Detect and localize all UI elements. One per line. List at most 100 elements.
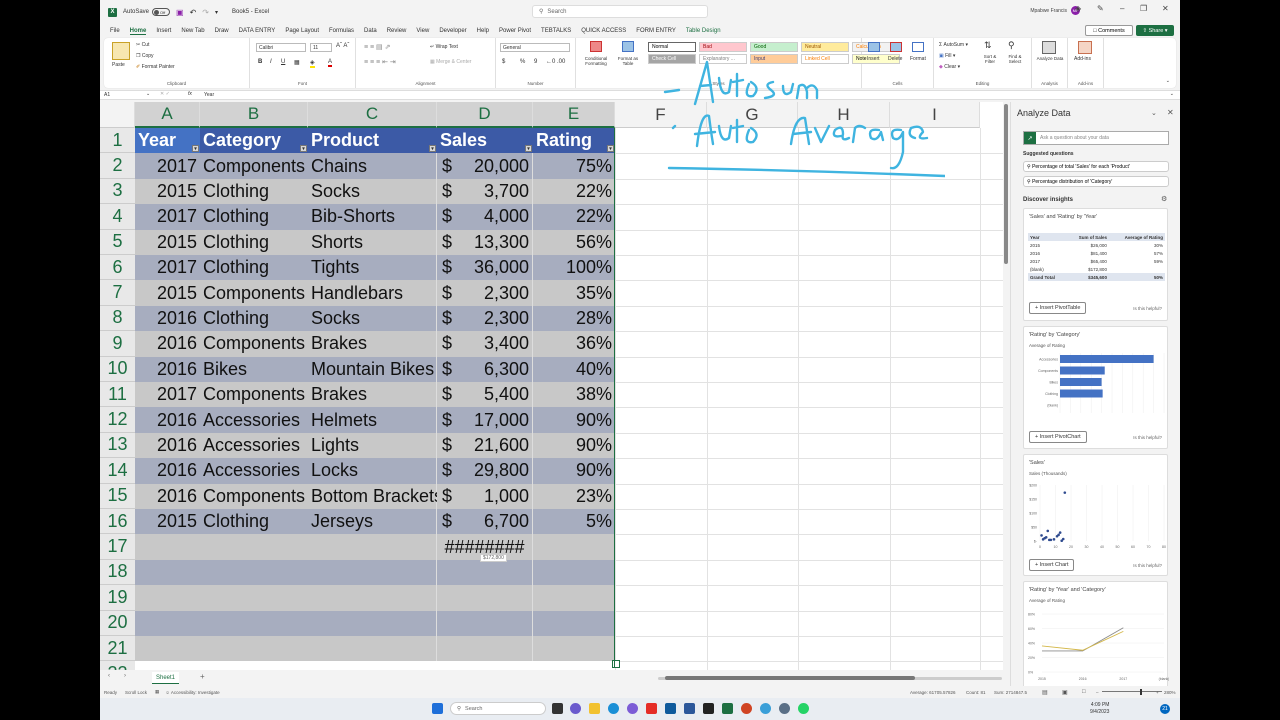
format-cells-icon[interactable] xyxy=(912,42,924,52)
bold-button[interactable]: B xyxy=(258,59,262,65)
empty-table-cell[interactable] xyxy=(437,636,533,662)
table-cell[interactable]: 2015 xyxy=(135,178,200,205)
horizontal-align-icons[interactable]: ≡ ≡ ≡ ⇤ ⇥ xyxy=(364,58,396,66)
cell-style-input[interactable]: Input xyxy=(750,54,798,64)
tab-draw[interactable]: Draw xyxy=(215,28,229,34)
app-icon[interactable] xyxy=(703,703,714,714)
table-cell[interactable]: Jerseys xyxy=(308,509,437,535)
table-cell[interactable]: 100% xyxy=(533,255,615,281)
table-cell[interactable]: Brakes xyxy=(308,382,437,408)
table-cell[interactable]: 2016 xyxy=(135,458,200,484)
user-account[interactable]: Mpabwe Francis MF xyxy=(1030,6,1080,15)
table-cell[interactable]: Tights xyxy=(308,255,437,281)
paste-icon[interactable] xyxy=(112,42,130,60)
column-header-e[interactable]: E xyxy=(533,102,615,128)
excel-taskbar-icon[interactable] xyxy=(722,703,733,714)
cell-style-neutral[interactable]: Neutral xyxy=(801,42,849,52)
table-cell[interactable]: $4,000 xyxy=(437,204,533,230)
filter-dropdown-icon[interactable]: ▾ xyxy=(525,145,532,153)
table-cell[interactable]: Clothing xyxy=(200,305,308,332)
select-all-corner[interactable] xyxy=(100,102,135,128)
table-cell[interactable]: $29,800 xyxy=(437,458,533,484)
table-cell[interactable]: Chains xyxy=(308,153,437,179)
table-cell[interactable]: $1,000 xyxy=(437,483,533,509)
font-name-select[interactable]: Calibri xyxy=(256,43,306,52)
table-cell[interactable]: 90% xyxy=(533,432,615,459)
table-cell[interactable]: 56% xyxy=(533,229,615,255)
table-cell[interactable]: 22% xyxy=(533,178,615,205)
insert-chart-button[interactable]: + Insert Chart xyxy=(1029,559,1075,571)
format-painter-button[interactable]: ✐ Format Painter xyxy=(136,64,175,70)
cell-style-good[interactable]: Good xyxy=(750,42,798,52)
page-layout-view-icon[interactable]: ▣ xyxy=(1062,689,1068,696)
conditional-formatting-icon[interactable] xyxy=(590,41,602,52)
row-header-7[interactable]: 7 xyxy=(100,280,135,306)
empty-table-cell[interactable] xyxy=(308,559,437,586)
empty-table-cell[interactable] xyxy=(533,610,615,636)
comments-button[interactable]: □ Comments xyxy=(1085,25,1133,36)
copilot-icon[interactable] xyxy=(627,703,638,714)
macro-record-icon[interactable]: ▦ xyxy=(155,689,159,695)
table-cell[interactable]: $20,000 xyxy=(437,153,533,179)
pane-options-icon[interactable]: ⌄ xyxy=(1151,109,1157,117)
table-cell[interactable]: 90% xyxy=(533,458,615,484)
filter-dropdown-icon[interactable]: ▾ xyxy=(192,145,199,153)
column-header-g[interactable]: G xyxy=(707,102,798,128)
table-cell[interactable]: 2017 xyxy=(135,255,200,281)
youtube-icon[interactable] xyxy=(646,703,657,714)
tab-form-entry[interactable]: FORM ENTRY xyxy=(636,28,676,34)
table-cell[interactable]: 2017 xyxy=(135,204,200,230)
tab-view[interactable]: View xyxy=(416,28,429,34)
row-header-17[interactable]: 17 xyxy=(100,534,135,560)
filter-dropdown-icon[interactable]: ▾ xyxy=(429,145,436,153)
page-break-view-icon[interactable]: □ xyxy=(1082,689,1086,695)
close-icon[interactable]: ✕ xyxy=(1162,4,1169,13)
empty-table-cell[interactable] xyxy=(533,636,615,662)
table-cell[interactable]: Accessories xyxy=(200,432,308,459)
table-cell[interactable]: Locks xyxy=(308,458,437,484)
row-header-1[interactable]: 1 xyxy=(100,128,135,154)
empty-table-cell[interactable] xyxy=(308,610,437,636)
table-cell[interactable]: 2015 xyxy=(135,280,200,306)
worksheet-grid[interactable]: A B C D E F G H I 1 2 3 4 5 6 7 8 9 10 11 12 13 14 15 16 17 18 19 20… xyxy=(100,102,1005,670)
zoom-slider[interactable] xyxy=(1102,691,1162,692)
settings-gear-icon[interactable]: ⚙ xyxy=(1161,195,1167,203)
row-header-3[interactable]: 3 xyxy=(100,178,135,205)
table-cell[interactable]: Clothing xyxy=(200,509,308,535)
table-cell[interactable]: Lights xyxy=(308,432,437,459)
table-cell[interactable]: Accessories xyxy=(200,407,308,433)
format-as-table-icon[interactable] xyxy=(622,41,634,52)
table-cell[interactable]: $13,300 xyxy=(437,229,533,255)
empty-table-cell[interactable] xyxy=(437,610,533,636)
helpful-link[interactable]: Is this helpful? xyxy=(1133,306,1162,311)
borders-icon[interactable]: ▦ xyxy=(294,59,300,66)
settings-icon[interactable] xyxy=(779,703,790,714)
table-cell[interactable]: Bib-Shorts xyxy=(308,204,437,230)
vertical-align-icons[interactable]: ≡ ≡ ▤ ⇗ xyxy=(364,43,390,51)
table-cell[interactable]: $3,400 xyxy=(437,331,533,357)
table-cell[interactable]: $6,300 xyxy=(437,356,533,382)
analyze-data-button[interactable]: Analyze Data xyxy=(1036,56,1064,61)
table-cell[interactable]: 5% xyxy=(533,509,615,535)
table-cell[interactable]: Bikes xyxy=(200,356,308,382)
row-header-10[interactable]: 10 xyxy=(100,356,135,382)
tab-insert[interactable]: Insert xyxy=(156,28,171,34)
row-header-5[interactable]: 5 xyxy=(100,229,135,255)
empty-table-cell[interactable] xyxy=(533,534,615,560)
table-cell[interactable]: Components xyxy=(200,331,308,357)
tab-power-pivot[interactable]: Power Pivot xyxy=(499,28,531,34)
tab-tebtalks[interactable]: TEBTALKS xyxy=(541,28,571,34)
next-sheet-icon[interactable]: › xyxy=(124,673,126,679)
cell-style-linked-cell[interactable]: Linked Cell xyxy=(801,54,849,64)
currency-button[interactable]: $ xyxy=(502,59,505,65)
row-header-9[interactable]: 9 xyxy=(100,331,135,357)
filter-dropdown-icon[interactable]: ▾ xyxy=(300,145,307,153)
analyze-data-icon[interactable] xyxy=(1042,41,1056,54)
table-cell[interactable]: $3,700 xyxy=(437,178,533,205)
increase-font-icon[interactable]: Aˆ Aˇ xyxy=(336,43,349,49)
collapse-ribbon-icon[interactable]: ⌄ xyxy=(1166,78,1170,84)
table-cell[interactable]: 22% xyxy=(533,204,615,230)
table-cell[interactable]: Clothing xyxy=(200,229,308,255)
prev-sheet-icon[interactable]: ‹ xyxy=(108,673,110,679)
insert-cells-icon[interactable] xyxy=(868,42,880,52)
